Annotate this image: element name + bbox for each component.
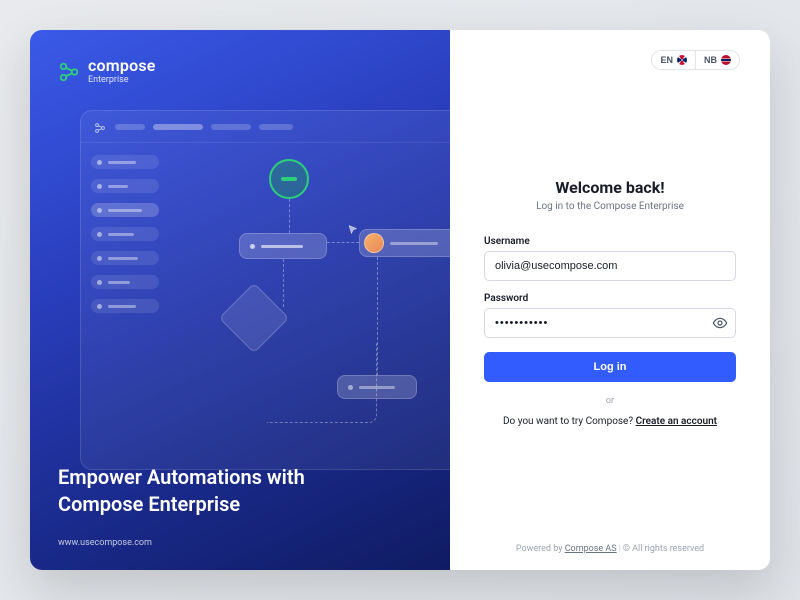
hero-tagline: Empower Automations with Compose Enterpr… [58,464,305,518]
eye-icon [712,315,728,331]
welcome-heading: Welcome back! [484,178,736,197]
brand: compose Enterprise [58,58,156,85]
lang-en-button[interactable]: EN [652,51,695,69]
subtitle: Log in to the Compose Enterprise [484,201,736,212]
flag-en-icon [677,55,687,65]
create-account-text: Do you want to try Compose? Create an ac… [484,416,736,427]
toggle-password-visibility-button[interactable] [712,315,728,335]
brand-sub: Enterprise [88,76,156,85]
divider-or: or [484,396,736,406]
nodes-icon [93,120,107,134]
login-card: compose Enterprise [30,30,770,570]
footer: Powered by Compose AS|© All rights reser… [480,534,740,554]
username-label: Username [484,236,736,247]
site-url: www.usecompose.com [58,538,152,548]
company-link[interactable]: Compose AS [565,544,617,554]
password-label: Password [484,293,736,304]
avatar-icon [364,233,384,253]
hero-panel: compose Enterprise [30,30,450,570]
flow-user-node [359,229,450,257]
create-account-link[interactable]: Create an account [636,416,717,427]
compose-logo-icon [58,61,80,83]
brand-name: compose [88,58,156,74]
flow-step-node [337,375,417,399]
login-button[interactable]: Log in [484,352,736,382]
cursor-icon [347,221,359,240]
flow-step-node [239,233,327,259]
username-input[interactable] [484,251,736,281]
login-panel: EN NB Welcome back! Log in to the Compos… [450,30,770,570]
language-switcher: EN NB [480,50,740,70]
password-input[interactable] [484,308,736,338]
flow-start-node-icon [269,159,309,199]
lang-nb-button[interactable]: NB [695,51,739,69]
flag-nb-icon [721,55,731,65]
